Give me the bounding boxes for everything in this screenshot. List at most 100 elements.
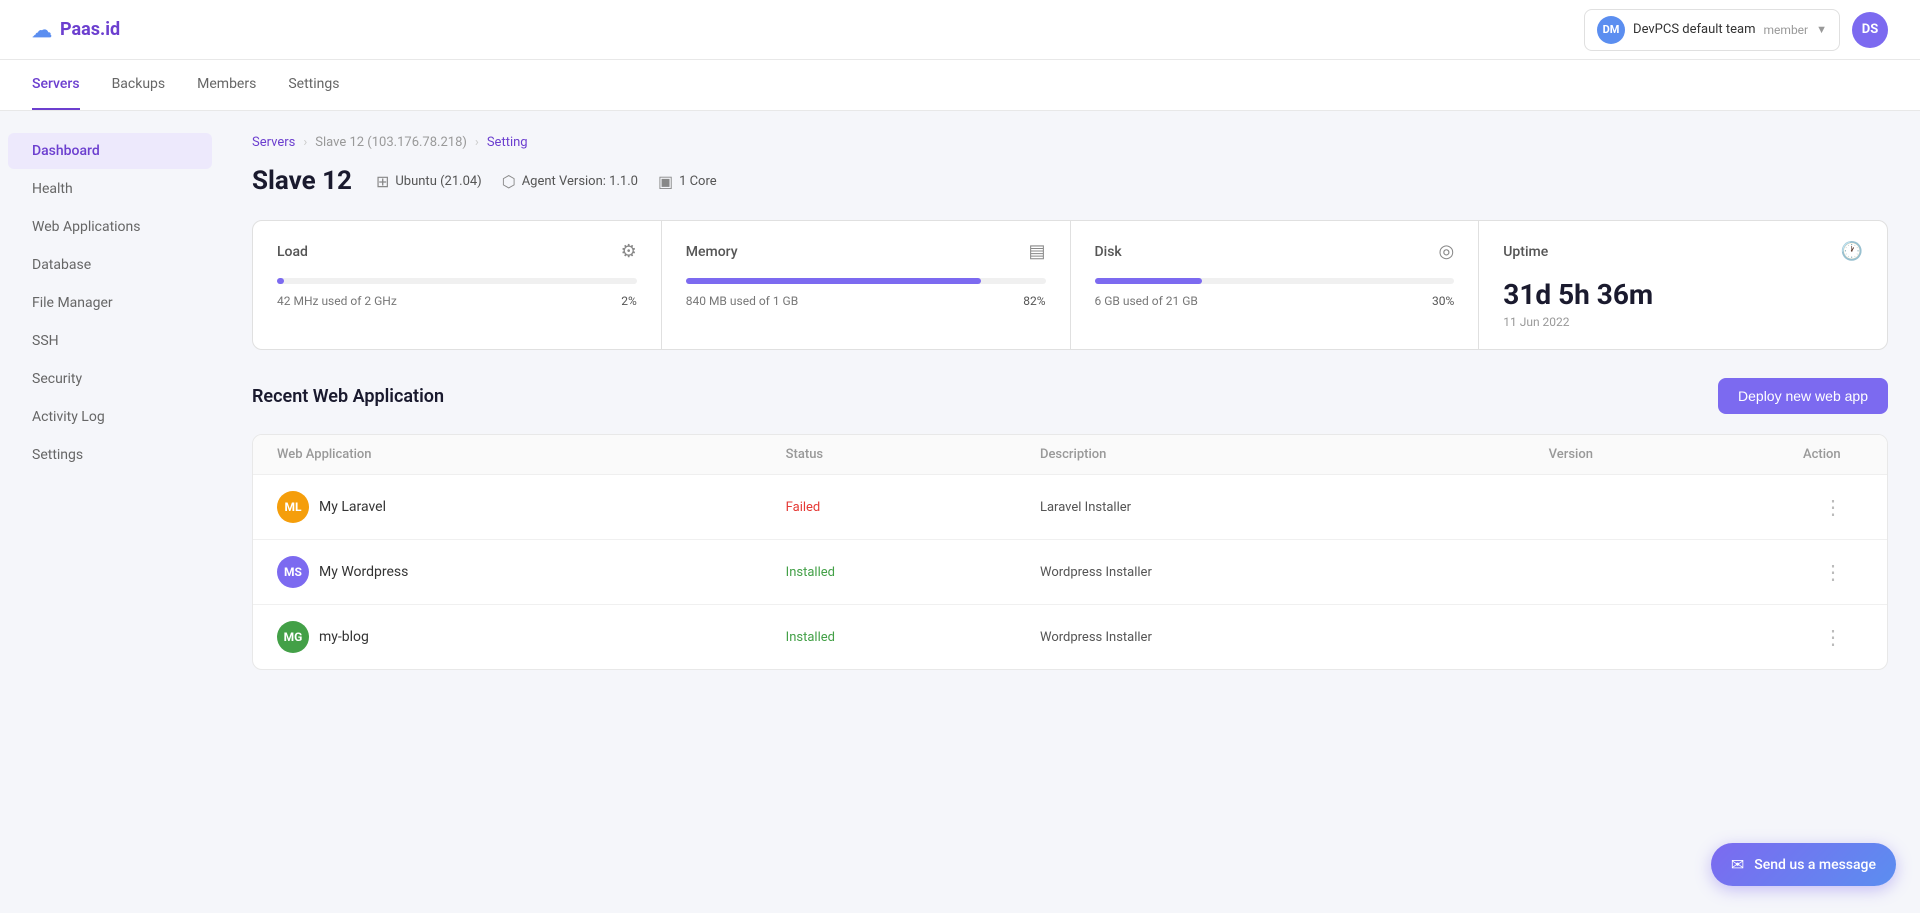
server-cores-label: 1 Core: [679, 174, 717, 189]
stat-memory-used: 840 MB used of 1 GB: [686, 294, 798, 308]
action-menu-my-laravel[interactable]: ⋮: [1803, 495, 1863, 519]
stat-memory-label: Memory: [686, 244, 738, 260]
stat-memory-header: Memory ▤: [686, 241, 1046, 262]
app-name-my-blog: MG my-blog: [277, 621, 786, 653]
main-content: Servers › Slave 12 (103.176.78.218) › Se…: [220, 111, 1920, 913]
breadcrumb-sep-1: ›: [303, 135, 307, 150]
stat-disk-pct: 30%: [1432, 294, 1454, 308]
sidebar-item-web-applications[interactable]: Web Applications: [8, 209, 212, 245]
stat-load-used: 42 MHz used of 2 GHz: [277, 294, 397, 308]
sidebar-item-health[interactable]: Health: [8, 171, 212, 207]
header-right: DM DevPCS default team member ▼ DS: [1584, 9, 1888, 51]
uptime-date: 11 Jun 2022: [1503, 315, 1863, 329]
status-installed-my-blog: Installed: [786, 630, 1040, 645]
layout: Dashboard Health Web Applications Databa…: [0, 111, 1920, 913]
description-my-laravel: Laravel Installer: [1040, 500, 1549, 515]
stat-uptime: Uptime 🕐 31d 5h 36m 11 Jun 2022: [1479, 221, 1887, 349]
breadcrumb-sep-2: ›: [475, 135, 479, 150]
stat-load-detail: 42 MHz used of 2 GHz 2%: [277, 294, 637, 308]
stat-disk-detail: 6 GB used of 21 GB 30%: [1095, 294, 1455, 308]
col-web-application: Web Application: [277, 447, 786, 462]
app-name-my-wordpress: MS My Wordpress: [277, 556, 786, 588]
app-label-my-wordpress: My Wordpress: [319, 564, 408, 580]
app-avatar-mg: MG: [277, 621, 309, 653]
table-header: Web Application Status Description Versi…: [253, 435, 1887, 475]
breadcrumb-slave[interactable]: Slave 12 (103.176.78.218): [315, 135, 467, 150]
stat-load-header: Load ⚙: [277, 241, 637, 262]
stat-memory: Memory ▤ 840 MB used of 1 GB 82%: [662, 221, 1070, 349]
description-my-wordpress: Wordpress Installer: [1040, 565, 1549, 580]
clock-stat-icon: 🕐: [1841, 241, 1863, 262]
status-installed-my-wordpress: Installed: [786, 565, 1040, 580]
memory-progress-fill: [686, 278, 981, 284]
deploy-new-web-app-button[interactable]: Deploy new web app: [1718, 378, 1888, 414]
stat-load-pct: 2%: [621, 294, 637, 308]
sidebar: Dashboard Health Web Applications Databa…: [0, 111, 220, 913]
sidebar-item-file-manager[interactable]: File Manager: [8, 285, 212, 321]
section-header: Recent Web Application Deploy new web ap…: [252, 378, 1888, 414]
sidebar-item-security[interactable]: Security: [8, 361, 212, 397]
uptime-value: 31d 5h 36m: [1503, 278, 1863, 311]
logo-icon: ☁: [32, 18, 52, 42]
team-name: DevPCS default team: [1633, 22, 1755, 37]
app-avatar-ml: ML: [277, 491, 309, 523]
col-version: Version: [1549, 447, 1803, 462]
nav-tabs: Servers Backups Members Settings: [0, 60, 1920, 111]
app-label-my-blog: my-blog: [319, 629, 369, 645]
chat-icon: ✉: [1731, 855, 1744, 874]
sidebar-item-database[interactable]: Database: [8, 247, 212, 283]
col-description: Description: [1040, 447, 1549, 462]
stat-memory-pct: 82%: [1023, 294, 1045, 308]
server-os: ⊞ Ubuntu (21.04): [376, 172, 482, 191]
sidebar-item-dashboard[interactable]: Dashboard: [8, 133, 212, 169]
server-header: Slave 12 ⊞ Ubuntu (21.04) ⬡ Agent Versio…: [252, 166, 1888, 196]
action-menu-my-wordpress[interactable]: ⋮: [1803, 560, 1863, 584]
logo-text: Paas.id: [60, 19, 120, 40]
breadcrumb: Servers › Slave 12 (103.176.78.218) › Se…: [252, 135, 1888, 150]
section-title: Recent Web Application: [252, 386, 444, 407]
memory-progress-bg: [686, 278, 1046, 284]
agent-icon: ⬡: [502, 172, 516, 191]
team-role: member: [1764, 23, 1809, 37]
table-row: MS My Wordpress Installed Wordpress Inst…: [253, 540, 1887, 605]
memory-stat-icon: ▤: [1028, 241, 1045, 262]
team-selector[interactable]: DM DevPCS default team member ▼: [1584, 9, 1840, 51]
user-avatar[interactable]: DS: [1852, 12, 1888, 48]
server-os-label: Ubuntu (21.04): [395, 174, 481, 189]
tab-settings[interactable]: Settings: [288, 60, 339, 110]
stat-uptime-header: Uptime 🕐: [1503, 241, 1863, 262]
action-menu-my-blog[interactable]: ⋮: [1803, 625, 1863, 649]
disk-progress-fill: [1095, 278, 1203, 284]
chat-label: Send us a message: [1754, 857, 1876, 873]
server-agent: ⬡ Agent Version: 1.1.0: [502, 172, 638, 191]
breadcrumb-servers[interactable]: Servers: [252, 135, 295, 150]
team-avatar: DM: [1597, 16, 1625, 44]
disk-stat-icon: ◎: [1439, 241, 1455, 262]
layers-icon: ⊞: [376, 172, 389, 191]
col-action: Action: [1803, 447, 1863, 462]
web-apps-table: Web Application Status Description Versi…: [252, 434, 1888, 670]
stat-load: Load ⚙ 42 MHz used of 2 GHz 2%: [253, 221, 661, 349]
sidebar-item-settings[interactable]: Settings: [8, 437, 212, 473]
tab-backups[interactable]: Backups: [112, 60, 166, 110]
app-avatar-ms: MS: [277, 556, 309, 588]
sidebar-item-ssh[interactable]: SSH: [8, 323, 212, 359]
stat-disk-used: 6 GB used of 21 GB: [1095, 294, 1198, 308]
server-meta: ⊞ Ubuntu (21.04) ⬡ Agent Version: 1.1.0 …: [376, 172, 717, 191]
stat-disk-label: Disk: [1095, 244, 1122, 260]
server-cores: ▣ 1 Core: [658, 172, 717, 191]
table-row: ML My Laravel Failed Laravel Installer ⋮: [253, 475, 1887, 540]
tab-members[interactable]: Members: [197, 60, 256, 110]
stat-uptime-label: Uptime: [1503, 244, 1548, 260]
breadcrumb-setting[interactable]: Setting: [487, 135, 528, 150]
stats-grid: Load ⚙ 42 MHz used of 2 GHz 2% Memory ▤: [252, 220, 1888, 350]
description-my-blog: Wordpress Installer: [1040, 630, 1549, 645]
stat-memory-detail: 840 MB used of 1 GB 82%: [686, 294, 1046, 308]
tab-servers[interactable]: Servers: [32, 60, 80, 110]
stat-disk: Disk ◎ 6 GB used of 21 GB 30%: [1071, 221, 1479, 349]
chat-widget[interactable]: ✉ Send us a message: [1711, 843, 1896, 886]
stat-load-label: Load: [277, 244, 308, 260]
app-label-my-laravel: My Laravel: [319, 499, 386, 515]
sidebar-item-activity-log[interactable]: Activity Log: [8, 399, 212, 435]
server-agent-label: Agent Version: 1.1.0: [522, 174, 638, 189]
